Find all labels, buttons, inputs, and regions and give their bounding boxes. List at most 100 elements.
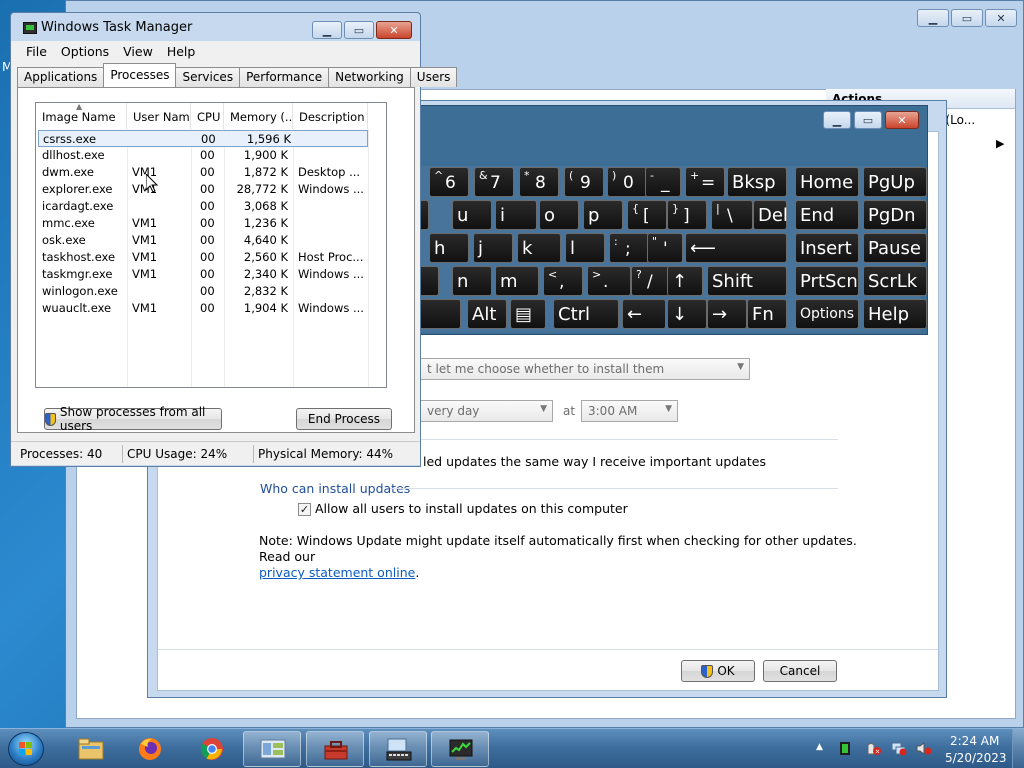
minimize-button[interactable]: ▁ (917, 9, 949, 27)
allow-all-users-checkbox[interactable]: ✓ (298, 503, 311, 516)
menu-help[interactable]: Help (160, 41, 203, 61)
osk-key-h[interactable]: h (429, 233, 469, 263)
osk-key-/[interactable]: ? / (631, 266, 671, 296)
column-header-memory[interactable]: Memory (... (224, 103, 293, 129)
volume-muted-icon[interactable] (916, 741, 932, 756)
osk-key-help[interactable]: Help (863, 299, 927, 329)
osk-key-←[interactable]: ← (622, 299, 666, 329)
show-all-processes-button[interactable]: Show processes from all users (44, 405, 222, 433)
maximize-button[interactable]: ▭ (854, 111, 882, 129)
action-center-icon[interactable]: ✕ (866, 741, 882, 756)
minimize-button[interactable]: ▁ (312, 21, 342, 39)
column-header-cpu[interactable]: CPU (191, 103, 224, 129)
osk-key-,[interactable]: <, (543, 266, 583, 296)
osk-key-→[interactable]: → (707, 299, 747, 329)
taskbar-chrome[interactable] (183, 731, 241, 767)
schedule-time-combo[interactable]: 3:00 AM ▼ (581, 400, 678, 422)
privacy-statement-link[interactable]: privacy statement online (259, 565, 415, 580)
osk-key-u[interactable]: u (452, 200, 492, 230)
osk-key-j[interactable]: j (473, 233, 513, 263)
table-row[interactable]: dllhost.exe 00 1,900 K (36, 147, 386, 164)
close-button[interactable]: ✕ (885, 111, 919, 129)
osk-key-=[interactable]: + = (685, 167, 725, 197)
osk-key-6[interactable]: ^ 6 (429, 167, 469, 197)
tab-networking[interactable]: Networking (328, 67, 411, 87)
end-process-button[interactable]: End Process (296, 408, 392, 430)
osk-key-↓[interactable]: ↓ (667, 299, 707, 329)
taskbar-explorer[interactable] (62, 731, 120, 767)
cancel-button[interactable]: Cancel (763, 660, 837, 682)
osk-key-options[interactable]: Options (795, 299, 859, 329)
chevron-right-icon[interactable]: ▶ (996, 137, 1004, 150)
ok-button[interactable]: OK (681, 660, 755, 682)
schedule-day-combo[interactable]: very day ▼ (420, 400, 553, 422)
allow-all-users-label[interactable]: Allow all users to install updates on th… (315, 501, 628, 516)
osk-key-▤[interactable]: ▤ (510, 299, 546, 329)
taskbar-osk[interactable] (369, 731, 427, 767)
clock-time[interactable]: 2:24 AM (950, 734, 999, 748)
tab-processes[interactable]: Processes (103, 63, 177, 87)
table-row[interactable]: explorer.exe VM1 00 28,772 K Windows ... (36, 181, 386, 198)
osk-key-;[interactable]: :; (609, 233, 649, 263)
osk-key-shift[interactable]: Shift (707, 266, 787, 296)
menu-file[interactable]: File (19, 41, 54, 61)
osk-key-8[interactable]: * 8 (519, 167, 559, 197)
table-row[interactable]: osk.exe VM1 00 4,640 K (36, 232, 386, 249)
osk-key-9[interactable]: (9 (564, 167, 604, 197)
osk-key-pause[interactable]: Pause (863, 233, 927, 263)
table-row[interactable]: wuauclt.exe VM1 00 1,904 K Windows ... (36, 300, 386, 317)
taskbar-task-manager[interactable] (431, 731, 489, 767)
table-row[interactable]: csrss.exe 00 1,596 K (38, 130, 368, 147)
osk-key-pgup[interactable]: PgUp (863, 167, 927, 197)
close-button[interactable]: ✕ (376, 21, 412, 39)
osk-key-[[interactable]: {[ (627, 200, 667, 230)
table-row[interactable]: dwm.exe VM1 00 1,872 K Desktop ... (36, 164, 386, 181)
maximize-button[interactable]: ▭ (951, 9, 983, 27)
osk-key-insert[interactable]: Insert (795, 233, 859, 263)
column-header-image-name[interactable]: Image Name ▲ (36, 103, 127, 129)
network-icon[interactable] (891, 741, 907, 756)
osk-key-n[interactable]: n (452, 266, 492, 296)
minimize-button[interactable]: ▁ (823, 111, 851, 129)
osk-key-del[interactable]: Del (753, 200, 788, 230)
tray-app-icon[interactable] (837, 741, 853, 756)
clock-date[interactable]: 5/20/2023 (945, 751, 1007, 765)
osk-key-scrlk[interactable]: ScrLk (863, 266, 927, 296)
process-list[interactable]: Image Name ▲ User Name CPU Memory (... De… (35, 102, 387, 388)
table-row[interactable]: taskmgr.exe VM1 00 2,340 K Windows ... (36, 266, 386, 283)
osk-key-alt[interactable]: Alt (467, 299, 507, 329)
osk-key-][interactable]: }] (667, 200, 707, 230)
osk-key-\[interactable]: | \ (711, 200, 753, 230)
osk-key-↑[interactable]: ↑ (667, 266, 703, 296)
tab-services[interactable]: Services (175, 67, 241, 87)
recommended-updates-checkbox-label[interactable]: led updates the same way I receive impor… (423, 454, 766, 469)
taskbar-firefox[interactable] (121, 731, 179, 767)
table-row[interactable]: icardagt.exe 00 3,068 K (36, 198, 386, 215)
osk-key-prtscn[interactable]: PrtScn (795, 266, 859, 296)
tab-applications[interactable]: Applications (17, 67, 105, 87)
osk-key-_[interactable]: - _ (645, 167, 681, 197)
osk-key-.[interactable]: >. (587, 266, 631, 296)
tab-users[interactable]: Users (409, 67, 458, 87)
osk-key-fn[interactable]: Fn (747, 299, 787, 329)
osk-key-i[interactable]: i (495, 200, 537, 230)
column-header-description[interactable]: Description (293, 103, 368, 129)
menu-view[interactable]: View (116, 41, 160, 61)
osk-key-p[interactable]: p (583, 200, 623, 230)
important-updates-combo[interactable]: t let me choose whether to install them … (420, 358, 750, 380)
tab-performance[interactable]: Performance (239, 67, 330, 87)
show-desktop-button[interactable] (1012, 729, 1024, 768)
column-header-user-name[interactable]: User Name (127, 103, 191, 129)
show-hidden-icons-button[interactable]: ▲ (816, 742, 823, 752)
osk-key-o[interactable]: o (539, 200, 579, 230)
osk-key-m[interactable]: m (495, 266, 539, 296)
osk-key-l[interactable]: l (565, 233, 605, 263)
maximize-button[interactable]: ▭ (344, 21, 374, 39)
table-row[interactable]: mmc.exe VM1 00 1,236 K (36, 215, 386, 232)
start-button[interactable] (8, 732, 44, 766)
osk-key-k[interactable]: k (517, 233, 561, 263)
osk-key-pgdn[interactable]: PgDn (863, 200, 927, 230)
table-row[interactable]: taskhost.exe VM1 00 2,560 K Host Proc... (36, 249, 386, 266)
osk-key-bksp[interactable]: Bksp (727, 167, 787, 197)
close-button[interactable]: ✕ (985, 9, 1017, 27)
